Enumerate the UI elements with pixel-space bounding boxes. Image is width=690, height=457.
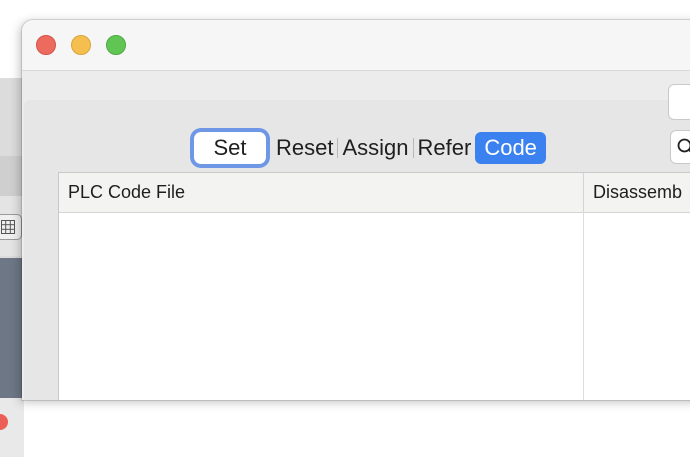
close-button[interactable] (36, 35, 56, 55)
column-divider (583, 212, 584, 400)
table-header: PLC Code File Disassemb (59, 173, 690, 213)
grid-view-button[interactable] (0, 214, 22, 240)
minimize-button[interactable] (71, 35, 91, 55)
title-bar (22, 20, 690, 71)
column-header-plc-code-file[interactable]: PLC Code File (59, 173, 583, 212)
segment-refer[interactable]: Refer (414, 132, 476, 164)
column-header-disassembly[interactable]: Disassemb (583, 173, 690, 212)
search-field[interactable] (670, 130, 690, 164)
segment-set[interactable]: Set (194, 132, 266, 164)
toolbar-field[interactable] (668, 84, 690, 120)
segment-code[interactable]: Code (475, 132, 546, 164)
grid-icon (1, 220, 15, 234)
segment-assign[interactable]: Assign (338, 132, 412, 164)
background-window-toolbar (0, 156, 24, 196)
segmented-control: Set Reset Assign Refer Code (194, 132, 546, 164)
main-window: Set Reset Assign Refer Code PLC Code Fil… (22, 20, 690, 400)
segment-reset[interactable]: Reset (272, 132, 337, 164)
background-window-content (0, 258, 24, 398)
code-table: PLC Code File Disassemb (58, 172, 690, 400)
zoom-button[interactable] (106, 35, 126, 55)
search-icon (677, 138, 690, 156)
